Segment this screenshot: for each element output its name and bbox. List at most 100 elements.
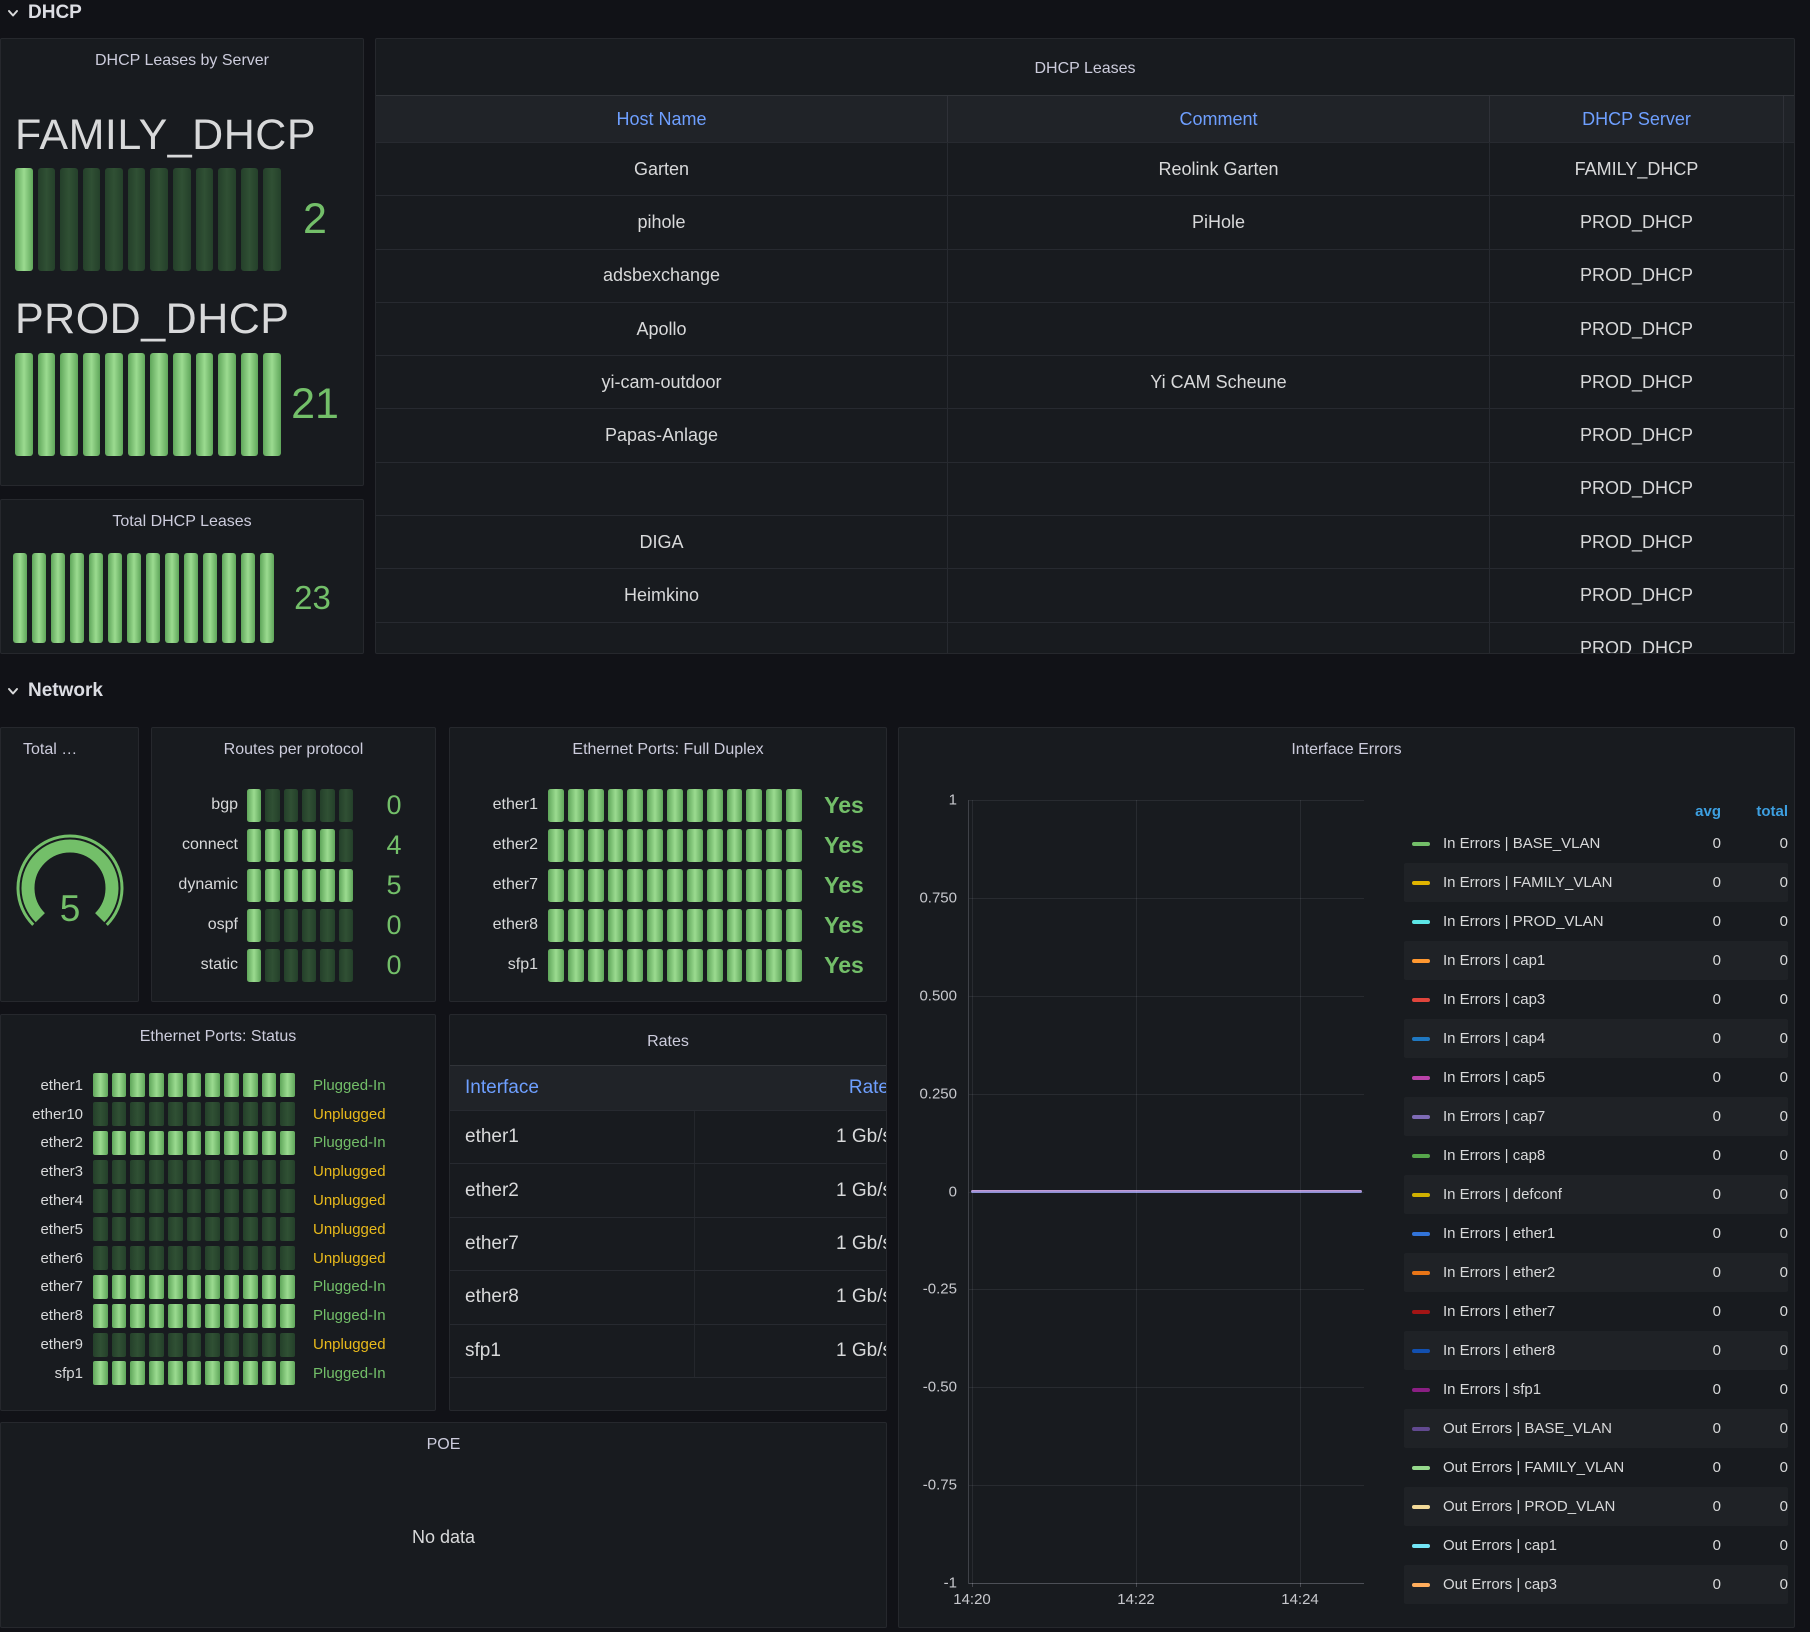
legend-avg-value: 0 <box>1671 1147 1721 1164</box>
table-row: ApolloPROD_DHCP <box>376 302 1794 355</box>
y-tick-label: -0.75 <box>923 1477 957 1494</box>
segment <box>218 353 236 456</box>
status-row: ether6Unplugged <box>1 1244 435 1273</box>
route-value: 0 <box>353 790 435 821</box>
legend-item[interactable]: In Errors | ether800 <box>1404 1331 1788 1370</box>
legend-total-value: 0 <box>1721 1069 1788 1086</box>
segment <box>127 553 141 643</box>
segment <box>284 909 298 942</box>
legend-label: Out Errors | cap3 <box>1443 1576 1671 1593</box>
segment <box>647 909 663 942</box>
status-bar-gauge <box>93 1304 295 1328</box>
legend-item[interactable]: Out Errors | FAMILY_VLAN00 <box>1404 1448 1788 1487</box>
legend-color-icon <box>1412 1427 1430 1431</box>
x-tick-label: 14:20 <box>953 1591 991 1608</box>
grafana-dashboard: DHCP DHCP Leases by Server FAMILY_DHCP2P… <box>0 0 1810 1632</box>
segment <box>707 869 723 902</box>
legend-sort-total[interactable]: total <box>1721 803 1788 820</box>
segment <box>265 909 279 942</box>
legend-item[interactable]: In Errors | ether200 <box>1404 1253 1788 1292</box>
legend-total-value: 0 <box>1721 991 1788 1008</box>
port-label: ether2 <box>450 836 538 854</box>
segment <box>187 1102 202 1126</box>
legend-label: In Errors | ether1 <box>1443 1225 1671 1242</box>
x-axis-tick <box>1300 1583 1301 1587</box>
legend-item[interactable]: Out Errors | BASE_VLAN00 <box>1404 1409 1788 1448</box>
panel-title[interactable]: Routes per protocol <box>152 728 435 772</box>
panel-title[interactable]: Ethernet Ports: Full Duplex <box>450 728 886 772</box>
segment <box>224 1073 239 1097</box>
section-header-network[interactable]: Network <box>6 680 103 702</box>
cell-rate: 1 Gb/s <box>695 1286 887 1308</box>
segment <box>105 353 123 456</box>
route-value: 0 <box>353 910 435 941</box>
legend-item[interactable]: In Errors | ether700 <box>1404 1292 1788 1331</box>
legend-item[interactable]: In Errors | cap700 <box>1404 1097 1788 1136</box>
legend-item[interactable]: In Errors | defconf00 <box>1404 1175 1788 1214</box>
legend-item[interactable]: In Errors | cap800 <box>1404 1136 1788 1175</box>
legend-item[interactable]: In Errors | PROD_VLAN00 <box>1404 902 1788 941</box>
route-value: 0 <box>353 950 435 981</box>
legend-item[interactable]: In Errors | cap500 <box>1404 1058 1788 1097</box>
column-header-rate[interactable]: Rate <box>695 1077 887 1099</box>
legend-item[interactable]: In Errors | cap300 <box>1404 980 1788 1019</box>
x-axis-tick <box>1136 1583 1137 1587</box>
panel-title[interactable]: Total … <box>1 728 138 772</box>
legend-item[interactable]: In Errors | cap400 <box>1404 1019 1788 1058</box>
segment <box>548 869 564 902</box>
legend-item[interactable]: In Errors | BASE_VLAN00 <box>1404 824 1788 863</box>
panel-title[interactable]: POE <box>1 1423 886 1467</box>
legend-color-icon <box>1412 1583 1430 1587</box>
route-row: connect4 <box>152 825 435 865</box>
section-header-dhcp[interactable]: DHCP <box>6 2 82 24</box>
legend-sort-avg[interactable]: avg <box>1671 803 1721 820</box>
segment <box>568 909 584 942</box>
segment <box>243 1361 258 1385</box>
status-value: Plugged-In <box>313 1307 386 1324</box>
legend-item[interactable]: Out Errors | cap300 <box>1404 1565 1788 1604</box>
legend-item[interactable]: In Errors | cap100 <box>1404 941 1788 980</box>
port-label: ether10 <box>1 1106 83 1123</box>
panel-title[interactable]: Ethernet Ports: Status <box>1 1015 435 1059</box>
segment <box>112 1102 127 1126</box>
legend-item[interactable]: Out Errors | PROD_VLAN00 <box>1404 1487 1788 1526</box>
legend-total-value: 0 <box>1721 1420 1788 1437</box>
legend-item[interactable]: In Errors | FAMILY_VLAN00 <box>1404 863 1788 902</box>
segment <box>280 1160 295 1184</box>
column-header-comment[interactable]: Comment <box>948 96 1490 142</box>
column-header-host-name[interactable]: Host Name <box>376 96 948 142</box>
cell-host-name <box>376 463 948 515</box>
panel-title[interactable]: Total DHCP Leases <box>13 500 351 544</box>
segment <box>280 1131 295 1155</box>
segment <box>93 1217 108 1241</box>
panel-title[interactable]: DHCP Leases by Server <box>15 39 349 83</box>
panel-port-status: Ethernet Ports: Status ether1Plugged-Ine… <box>0 1014 436 1411</box>
segment <box>173 168 191 271</box>
legend-item[interactable]: Out Errors | cap100 <box>1404 1526 1788 1565</box>
segment <box>187 1361 202 1385</box>
table-row: PROD_DHCP <box>376 462 1794 515</box>
segment <box>243 1131 258 1155</box>
legend-item[interactable]: In Errors | ether100 <box>1404 1214 1788 1253</box>
segment <box>112 1333 127 1357</box>
legend-total-value: 0 <box>1721 1147 1788 1164</box>
segment <box>130 1102 145 1126</box>
column-header-interface[interactable]: Interface <box>450 1077 695 1099</box>
legend-color-icon <box>1412 1115 1430 1119</box>
segment <box>667 789 683 822</box>
legend-item[interactable]: In Errors | sfp100 <box>1404 1370 1788 1409</box>
legend-label: In Errors | cap4 <box>1443 1030 1671 1047</box>
panel-title[interactable]: DHCP Leases <box>376 39 1794 95</box>
panel-title[interactable]: Rates <box>450 1015 886 1065</box>
segment <box>265 829 279 862</box>
segment <box>112 1160 127 1184</box>
legend-color-icon <box>1412 1349 1430 1353</box>
gridline-h <box>969 1094 1364 1095</box>
panel-title[interactable]: Interface Errors <box>899 728 1794 772</box>
legend-label: In Errors | ether2 <box>1443 1264 1671 1281</box>
bar-gauge-list: FAMILY_DHCP2PROD_DHCP21 <box>15 111 349 456</box>
segment <box>168 1189 183 1213</box>
column-header-dhcp-server[interactable]: DHCP Server <box>1490 96 1784 142</box>
segment <box>196 168 214 271</box>
duplex-row: sfp1Yes <box>450 945 886 985</box>
